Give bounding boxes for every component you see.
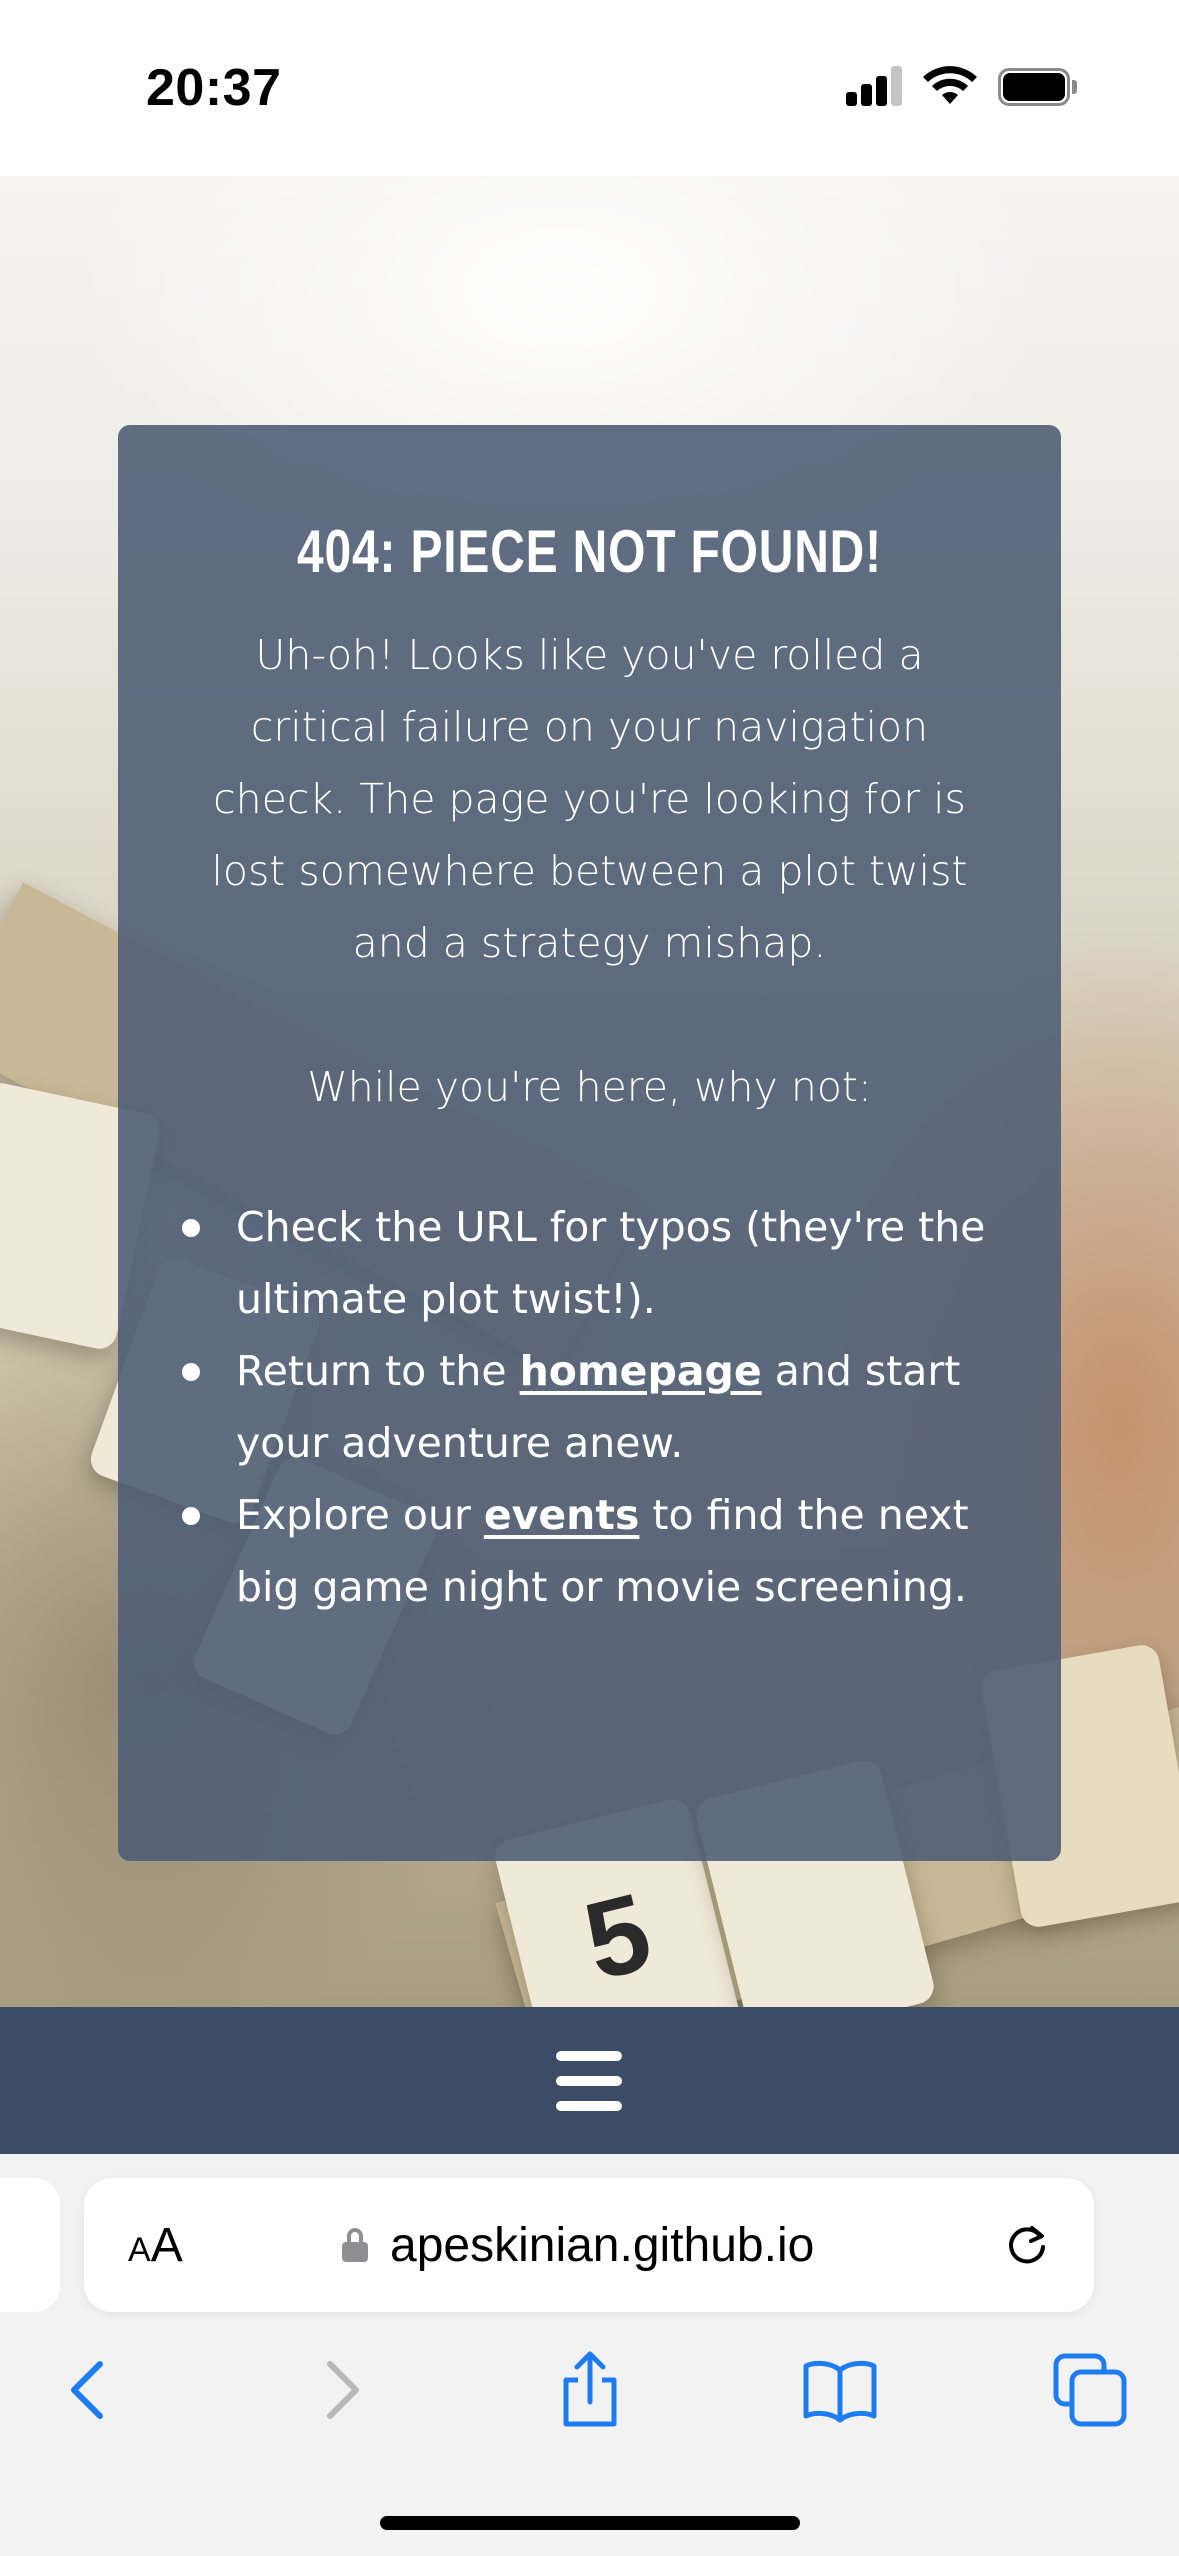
address-bar[interactable]: AA apeskinian.github.io xyxy=(84,2178,1094,2312)
status-bar: 20:37 xyxy=(0,0,1179,176)
cellular-signal-icon xyxy=(846,66,904,106)
suggestions-list: Check the URL for typos (they're the ult… xyxy=(182,1191,996,1623)
battery-icon xyxy=(998,68,1078,106)
events-link[interactable]: events xyxy=(484,1491,640,1539)
bullet-icon xyxy=(182,1219,200,1237)
tabs-icon[interactable] xyxy=(1050,2350,1130,2430)
home-indicator[interactable] xyxy=(380,2516,800,2530)
bookmarks-icon[interactable] xyxy=(800,2350,880,2430)
lock-icon xyxy=(342,2228,368,2262)
site-navbar xyxy=(0,2007,1179,2154)
not-found-card: 404: PIECE NOT FOUND! Uh-oh! Looks like … xyxy=(118,425,1061,1861)
reload-icon[interactable] xyxy=(1002,2220,1052,2270)
url-text[interactable]: apeskinian.github.io xyxy=(390,2218,814,2273)
suggestions-prompt: While you're here, why not: xyxy=(307,1063,872,1111)
card-body: Uh-oh! Looks like you've rolled a critic… xyxy=(190,619,989,1123)
back-icon[interactable] xyxy=(50,2350,130,2430)
suggestion-text: Explore our xyxy=(236,1491,484,1539)
list-item: Explore our events to find the next big … xyxy=(182,1479,996,1623)
list-item: Check the URL for typos (they're the ult… xyxy=(182,1191,996,1335)
share-icon[interactable] xyxy=(550,2350,630,2430)
list-item: Return to the homepage and start your ad… xyxy=(182,1335,996,1479)
suggestion-text: Check the URL for typos (they're the ult… xyxy=(236,1203,986,1323)
homepage-link[interactable]: homepage xyxy=(520,1347,762,1395)
wifi-icon xyxy=(923,66,977,104)
browser-chrome: AA apeskinian.github.io xyxy=(0,2154,1179,2556)
text-size-button[interactable]: AA xyxy=(128,2218,183,2273)
status-time: 20:37 xyxy=(146,59,282,117)
previous-tab-preview[interactable] xyxy=(0,2178,60,2312)
bullet-icon xyxy=(182,1363,200,1381)
bullet-icon xyxy=(182,1507,200,1525)
hamburger-menu-icon[interactable] xyxy=(556,2051,622,2111)
intro-text: Uh-oh! Looks like you've rolled a critic… xyxy=(211,631,968,967)
suggestion-text: Return to the xyxy=(236,1347,520,1395)
page-title: 404: PIECE NOT FOUND! xyxy=(297,518,882,585)
forward-icon[interactable] xyxy=(300,2350,380,2430)
